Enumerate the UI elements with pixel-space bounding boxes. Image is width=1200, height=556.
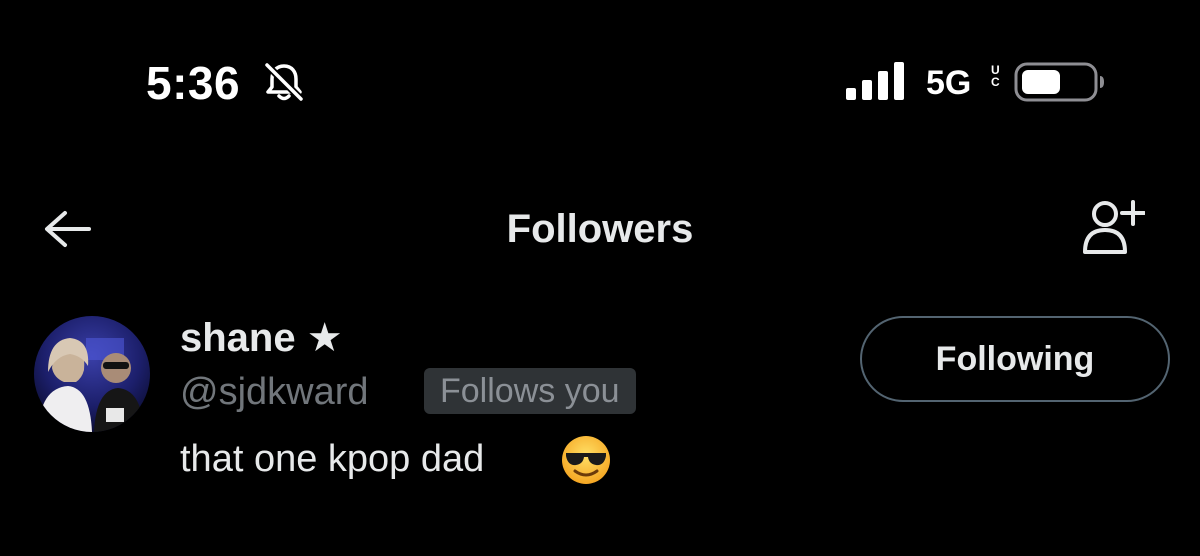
user-handle: @sjdkward: [180, 371, 369, 413]
person-plus-icon: [1083, 200, 1145, 254]
status-time: 5:36: [146, 57, 241, 109]
avatar-photo-icon: [34, 316, 150, 432]
status-bar: 5:36 5G U C: [0, 0, 1200, 130]
avatar[interactable]: [34, 316, 150, 432]
bell-slash-icon: [264, 62, 304, 102]
add-user-button[interactable]: [1076, 194, 1148, 260]
signal-icon: [846, 62, 904, 100]
network-suffix: U C: [991, 64, 1000, 88]
follower-list-item[interactable]: shane ★ @sjdkward Follows you that one k…: [0, 300, 1200, 500]
battery-icon: [1014, 62, 1104, 102]
page-title: Followers: [506, 207, 694, 251]
network-suffix-bottom: C: [991, 75, 1000, 89]
user-display-name[interactable]: shane ★: [180, 316, 343, 360]
top-nav: Followers: [0, 190, 1200, 270]
follows-you-badge: Follows you: [424, 368, 636, 414]
user-bio: that one kpop dad: [180, 438, 485, 480]
network-type: 5G: [926, 64, 972, 102]
sunglasses-emoji-icon: [562, 436, 610, 484]
following-button[interactable]: Following: [860, 316, 1170, 402]
